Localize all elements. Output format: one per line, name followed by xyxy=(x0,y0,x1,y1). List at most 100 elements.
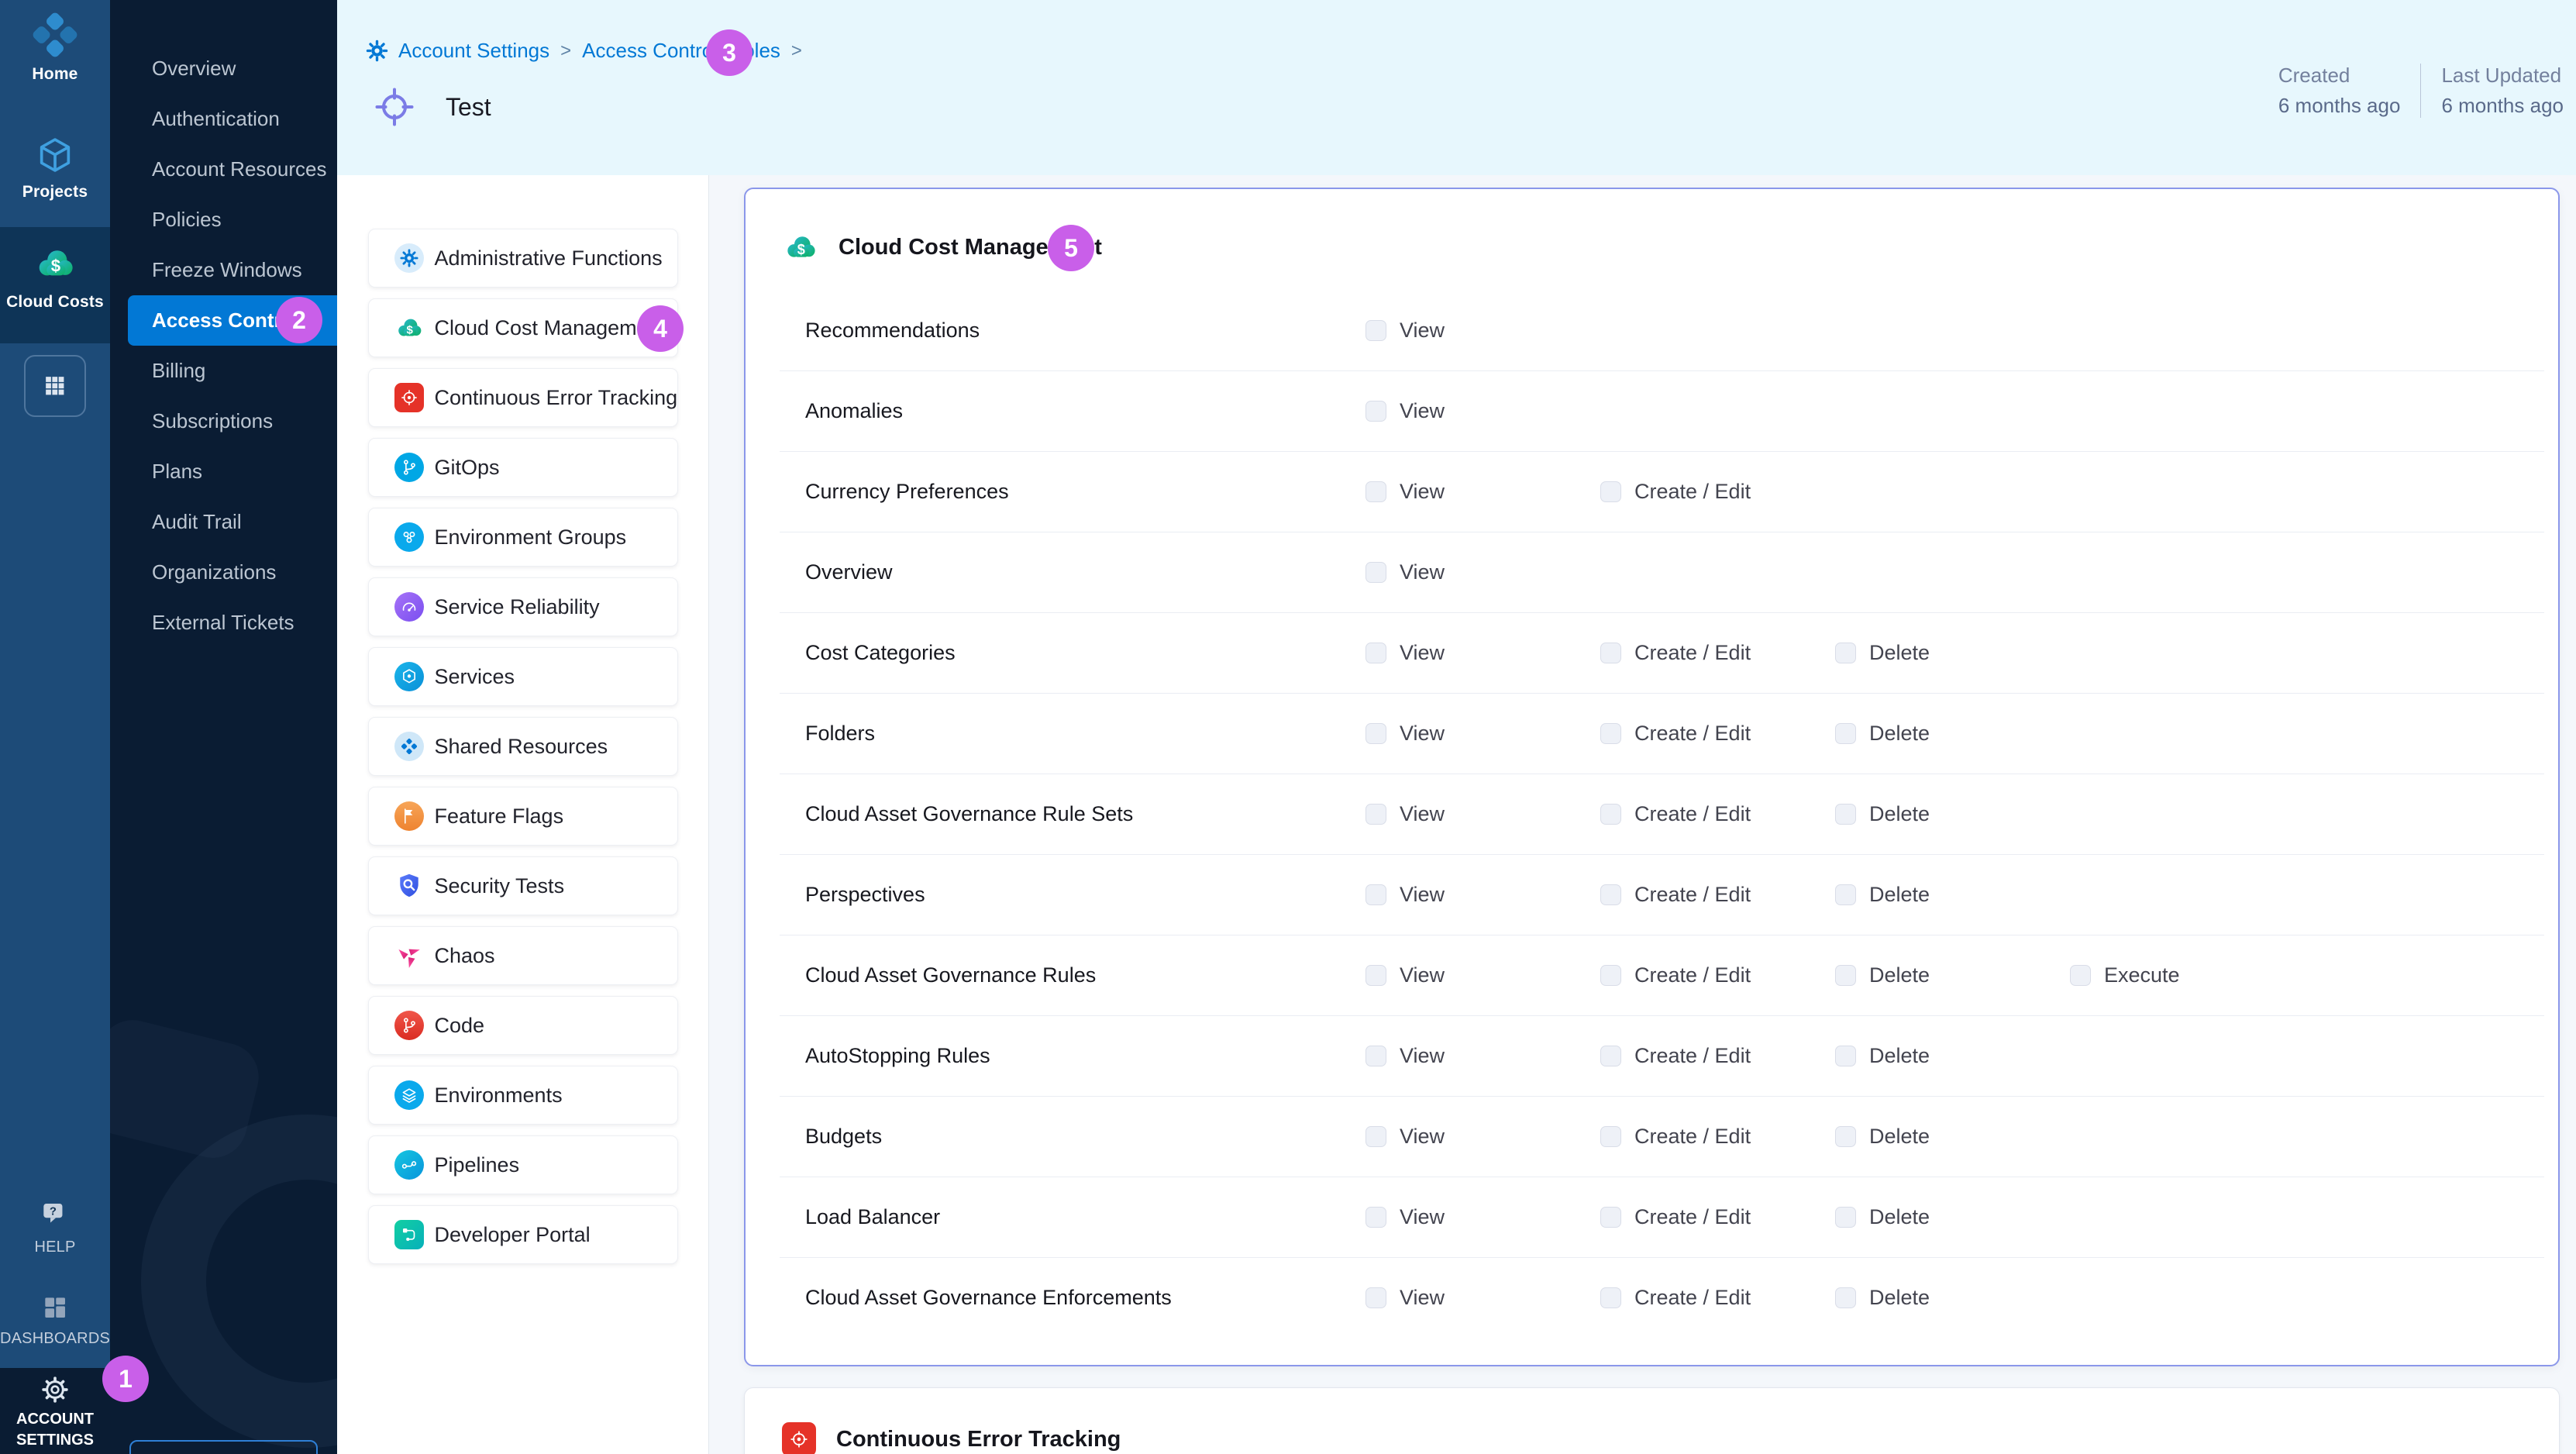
module-card-environment-groups[interactable]: Environment Groups xyxy=(368,508,678,567)
module-card-cloud-cost-management[interactable]: $Cloud Cost Management xyxy=(368,298,678,357)
permission-cell-view: View xyxy=(1365,802,1600,826)
permission-checkbox-view[interactable] xyxy=(1365,481,1386,502)
module-card-administrative-functions[interactable]: Administrative Functions xyxy=(368,229,678,288)
permission-cell-view: View xyxy=(1365,480,1600,504)
permission-row-cloud-asset-governance-enforcements: Cloud Asset Governance EnforcementsViewC… xyxy=(746,1257,2558,1338)
sidebar-item-external-tickets[interactable]: External Tickets xyxy=(110,598,337,648)
permission-checkbox-create[interactable] xyxy=(1600,1207,1621,1228)
permission-checkbox-view[interactable] xyxy=(1365,884,1386,905)
permission-checkbox-delete[interactable] xyxy=(1835,1046,1856,1066)
permission-row-load-balancer: Load BalancerViewCreate / EditDelete xyxy=(746,1177,2558,1257)
permission-checkbox-view[interactable] xyxy=(1365,1046,1386,1066)
permission-cell-create: Create / Edit xyxy=(1600,883,1835,907)
permission-checkbox-view[interactable] xyxy=(1365,1207,1386,1228)
module-card-developer-portal[interactable]: Developer Portal xyxy=(368,1205,678,1264)
permission-checkbox-delete[interactable] xyxy=(1835,965,1856,986)
permission-checkbox-label: Create / Edit xyxy=(1634,722,1751,746)
permission-checkbox-create[interactable] xyxy=(1600,1046,1621,1066)
breadcrumb-link-account-settings[interactable]: Account Settings xyxy=(398,39,549,63)
permission-checkbox-create[interactable] xyxy=(1600,884,1621,905)
sidebar-item-subscriptions[interactable]: Subscriptions xyxy=(110,396,337,446)
permission-checkbox-create[interactable] xyxy=(1600,1126,1621,1147)
permission-row-autostopping-rules: AutoStopping RulesViewCreate / EditDelet… xyxy=(746,1015,2558,1096)
permission-cell-create: Create / Edit xyxy=(1600,1205,1835,1229)
permission-checkbox-delete[interactable] xyxy=(1835,1126,1856,1147)
permission-checkbox-view[interactable] xyxy=(1365,401,1386,422)
permission-checkbox-view[interactable] xyxy=(1365,562,1386,583)
permission-checkbox-label: View xyxy=(1400,319,1445,343)
permission-checkbox-view[interactable] xyxy=(1365,1126,1386,1147)
permission-cell-delete: Delete xyxy=(1835,1125,2070,1149)
rail-item-account-settings[interactable]: ACCOUNT SETTINGS xyxy=(0,1368,110,1454)
rail-item-projects[interactable]: Projects xyxy=(0,135,110,202)
module-card-label: Administrative Functions xyxy=(435,246,663,270)
module-card-label: Shared Resources xyxy=(435,735,608,759)
rail-item-dashboards[interactable]: DASHBOARDS xyxy=(0,1293,110,1348)
rail-item-label: HELP xyxy=(34,1239,75,1256)
module-card-chaos[interactable]: Chaos xyxy=(368,926,678,985)
permission-checkbox-view[interactable] xyxy=(1365,965,1386,986)
permission-cell-view: View xyxy=(1365,1125,1600,1149)
permission-checkbox-create[interactable] xyxy=(1600,643,1621,663)
permission-checkbox-delete[interactable] xyxy=(1835,723,1856,744)
permission-checkbox-create[interactable] xyxy=(1600,723,1621,744)
rail-item-cloud-costs[interactable]: $ Cloud Costs xyxy=(0,242,110,312)
sidebar-item-audit-trail[interactable]: Audit Trail xyxy=(110,497,337,547)
sidebar-bottom-button[interactable] xyxy=(129,1440,318,1454)
permission-checkbox-delete[interactable] xyxy=(1835,643,1856,663)
permission-checkbox-label: Delete xyxy=(1869,963,1930,987)
rail-item-home[interactable]: Home xyxy=(0,12,110,84)
module-card-label: Code xyxy=(435,1014,485,1038)
permission-checkbox-create[interactable] xyxy=(1600,965,1621,986)
permission-checkbox-label: Delete xyxy=(1869,883,1930,907)
pipelines-nodes-icon xyxy=(394,1150,424,1180)
permission-checkbox-label: Delete xyxy=(1869,641,1930,665)
permission-checkbox-view[interactable] xyxy=(1365,1287,1386,1308)
permission-checkbox-create[interactable] xyxy=(1600,804,1621,825)
module-card-services[interactable]: Services xyxy=(368,647,678,706)
permissions-card-cloud-cost-management: $ Cloud Cost Management RecommendationsV… xyxy=(744,188,2560,1366)
help-chat-icon: ? xyxy=(39,1198,71,1231)
sidebar-item-plans[interactable]: Plans xyxy=(110,446,337,497)
permission-checkbox-delete[interactable] xyxy=(1835,1287,1856,1308)
module-card-feature-flags[interactable]: Feature Flags xyxy=(368,787,678,846)
gear-icon xyxy=(40,1374,71,1405)
module-card-gitops[interactable]: GitOps xyxy=(368,438,678,497)
permission-checkbox-label: Create / Edit xyxy=(1634,1205,1751,1229)
permission-checkbox-create[interactable] xyxy=(1600,1287,1621,1308)
module-card-shared-resources[interactable]: Shared Resources xyxy=(368,717,678,776)
permission-checkbox-create[interactable] xyxy=(1600,481,1621,502)
permission-checkbox-delete[interactable] xyxy=(1835,804,1856,825)
sidebar-item-account-resources[interactable]: Account Resources xyxy=(110,144,337,195)
sidebar-item-authentication[interactable]: Authentication xyxy=(110,94,337,144)
permission-checkbox-view[interactable] xyxy=(1365,723,1386,744)
sidebar-item-organizations[interactable]: Organizations xyxy=(110,547,337,598)
sidebar-item-billing[interactable]: Billing xyxy=(110,346,337,396)
annotation-badge-4: 4 xyxy=(637,305,684,352)
permission-checkbox-view[interactable] xyxy=(1365,804,1386,825)
settings-sidebar: OverviewAuthenticationAccount ResourcesP… xyxy=(110,0,337,1454)
permission-checkbox-view[interactable] xyxy=(1365,320,1386,341)
rail-item-label: Projects xyxy=(22,183,88,202)
permission-checkbox-delete[interactable] xyxy=(1835,1207,1856,1228)
svg-text:$: $ xyxy=(51,257,61,276)
sidebar-item-policies[interactable]: Policies xyxy=(110,195,337,245)
module-card-code[interactable]: Code xyxy=(368,996,678,1055)
module-card-security-tests[interactable]: Security Tests xyxy=(368,856,678,915)
permission-checkbox-execute[interactable] xyxy=(2070,965,2091,986)
permission-row-label: Load Balancer xyxy=(805,1205,1365,1229)
permission-checkbox-view[interactable] xyxy=(1365,643,1386,663)
sidebar-item-freeze-windows[interactable]: Freeze Windows xyxy=(110,245,337,295)
module-card-environments[interactable]: Environments xyxy=(368,1066,678,1125)
permission-row-cloud-asset-governance-rule-sets: Cloud Asset Governance Rule SetsViewCrea… xyxy=(746,774,2558,854)
module-picker-button[interactable] xyxy=(24,355,86,417)
harness-logo-icon xyxy=(33,12,77,57)
rail-item-help[interactable]: ? HELP xyxy=(0,1198,110,1256)
module-card-pipelines[interactable]: Pipelines xyxy=(368,1135,678,1194)
permissions-rows: RecommendationsViewAnomaliesViewCurrency… xyxy=(746,290,2558,1338)
module-card-continuous-error-tracking[interactable]: Continuous Error Tracking xyxy=(368,368,678,427)
chaos-pinwheel-icon xyxy=(394,941,424,970)
sidebar-item-overview[interactable]: Overview xyxy=(110,43,337,94)
permission-checkbox-delete[interactable] xyxy=(1835,884,1856,905)
module-card-service-reliability[interactable]: Service Reliability xyxy=(368,577,678,636)
